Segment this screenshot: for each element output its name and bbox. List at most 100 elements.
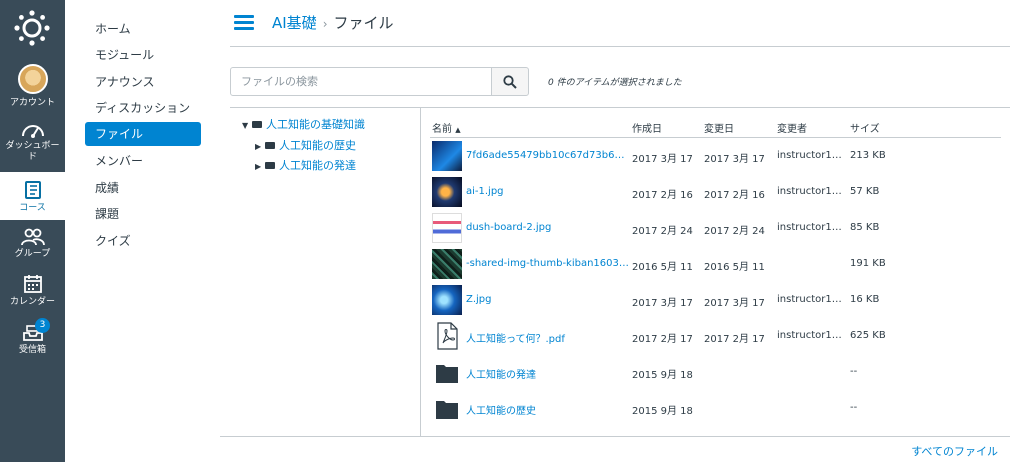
created-date: 2017 2月 16: [632, 190, 693, 201]
file-size: 213 KB: [850, 150, 886, 161]
file-name-link[interactable]: -shared-img-thumb-kiban1603093...: [466, 258, 629, 269]
breadcrumb-current: ファイル: [333, 14, 394, 32]
course-nav-files[interactable]: ファイル: [85, 122, 201, 146]
nav-account[interactable]: アカウント: [0, 64, 65, 109]
course-nav-discussions[interactable]: ディスカッション: [85, 96, 201, 120]
file-name-link[interactable]: Z.jpg: [466, 294, 629, 305]
modified-date: 2017 2月 24: [704, 226, 765, 237]
column-header-modified[interactable]: 変更日: [704, 120, 734, 135]
created-date: 2017 2月 24: [632, 226, 693, 237]
header-divider: [230, 46, 1010, 47]
image-thumbnail-icon: [432, 285, 462, 315]
image-thumbnail-icon: [432, 249, 462, 279]
table-row[interactable]: 人工知能の発達 2015 9月 18 --: [430, 355, 1001, 391]
file-name-link[interactable]: 7fd6ade55479bb10c67d73b64c1...: [466, 150, 629, 161]
nav-account-label: アカウント: [9, 98, 55, 108]
file-name-link[interactable]: 人工知能って何？.pdf: [466, 330, 629, 345]
table-row[interactable]: 人工知能の歴史 2015 9月 18 --: [430, 391, 1001, 427]
nav-inbox[interactable]: 3 受信箱: [0, 318, 65, 356]
created-date: 2017 3月 17: [632, 154, 693, 165]
file-size: 85 KB: [850, 222, 880, 233]
hamburger-menu-icon[interactable]: [234, 15, 254, 31]
folder-icon: [265, 142, 275, 149]
table-row[interactable]: Z.jpg 2017 3月 17 2017 3月 17 instructor1@…: [430, 283, 1001, 319]
nav-groups-label: グループ: [14, 249, 51, 259]
nav-calendar[interactable]: カレンダー: [0, 274, 65, 308]
file-size: --: [850, 402, 858, 413]
created-date: 2017 3月 17: [632, 298, 693, 309]
modified-date: 2016 5月 11: [704, 262, 765, 273]
tree-root-folder[interactable]: ▼ 人工知能の基礎知識: [242, 118, 365, 133]
tree-folder-history[interactable]: ▶ 人工知能の歴史: [255, 139, 356, 154]
all-files-link[interactable]: すべてのファイル: [911, 443, 998, 459]
table-row[interactable]: 7fd6ade55479bb10c67d73b64c1... 2017 3月 1…: [430, 139, 1001, 175]
calendar-icon: [23, 275, 42, 293]
folder-icon: [436, 401, 458, 419]
course-nav-people[interactable]: メンバー: [85, 149, 201, 173]
table-row[interactable]: dush-board-2.jpg 2017 2月 24 2017 2月 24 i…: [430, 211, 1001, 247]
folder-name-link[interactable]: 人工知能の歴史: [466, 402, 629, 417]
modified-date: 2017 2月 17: [704, 334, 765, 345]
file-size: 625 KB: [850, 330, 886, 341]
footer-divider: [220, 436, 1010, 437]
modified-date: 2017 3月 17: [704, 154, 765, 165]
course-nav-assignments[interactable]: 課題: [85, 202, 201, 226]
table-row[interactable]: 人工知能って何？.pdf 2017 2月 17 2017 2月 17 instr…: [430, 319, 1001, 355]
course-nav-quizzes[interactable]: クイズ: [85, 229, 201, 253]
image-thumbnail-icon: [432, 213, 462, 243]
table-row[interactable]: ai-1.jpg 2017 2月 16 2017 2月 16 instructo…: [430, 175, 1001, 211]
nav-dashboard-label: ダッシュボード: [5, 141, 60, 162]
column-header-name[interactable]: 名前 ▲: [432, 120, 461, 135]
caret-down-icon[interactable]: ▼: [242, 119, 252, 133]
nav-inbox-label: 受信箱: [18, 345, 46, 355]
page-header: AI基礎 › ファイル: [218, 0, 1024, 46]
file-name-link[interactable]: ai-1.jpg: [466, 186, 629, 197]
folder-name-link[interactable]: 人工知能の発達: [466, 366, 629, 381]
toolbar-divider: [230, 107, 1010, 108]
column-header-modifier[interactable]: 変更者: [777, 120, 807, 135]
search-button[interactable]: [491, 67, 529, 96]
file-size: 57 KB: [850, 186, 880, 197]
column-header-size[interactable]: サイズ: [850, 120, 880, 135]
tree-root-label: 人工知能の基礎知識: [266, 118, 365, 131]
course-nav-modules[interactable]: モジュール: [85, 43, 201, 67]
nav-courses-label: コース: [19, 203, 46, 213]
tree-folder-label: 人工知能の発達: [279, 159, 356, 172]
search-input[interactable]: ファイルの検索: [230, 67, 492, 96]
modified-date: 2017 2月 16: [704, 190, 765, 201]
breadcrumb-course-link[interactable]: AI基礎: [272, 14, 317, 32]
tree-folder-development[interactable]: ▶ 人工知能の発達: [255, 159, 356, 174]
selection-status: 0 件のアイテムが選択されました: [548, 78, 682, 88]
course-nav-home[interactable]: ホーム: [85, 17, 201, 41]
caret-right-icon[interactable]: ▶: [255, 140, 265, 154]
nav-dashboard[interactable]: ダッシュボード: [0, 120, 65, 170]
table-header-divider: [430, 137, 1001, 138]
global-nav: アカウント ダッシュボード コース グループ カレンダー 3 受信箱: [0, 0, 65, 462]
course-nav-announcements[interactable]: アナウンス: [85, 70, 201, 94]
image-thumbnail-icon: [432, 141, 462, 171]
modified-by: instructor1@b...: [777, 294, 849, 305]
file-size: --: [850, 366, 858, 377]
folder-icon: [436, 365, 458, 383]
file-name-link[interactable]: dush-board-2.jpg: [466, 222, 629, 233]
table-row[interactable]: -shared-img-thumb-kiban1603093... 2016 5…: [430, 247, 1001, 283]
nav-courses[interactable]: コース: [0, 172, 65, 220]
modified-by: instructor1@b...: [777, 222, 849, 233]
nav-groups[interactable]: グループ: [0, 228, 65, 260]
avatar: [17, 64, 48, 94]
canvas-logo-icon[interactable]: [14, 10, 50, 46]
modified-by: instructor1@b...: [777, 330, 849, 341]
courses-icon: [24, 181, 41, 199]
modified-date: 2017 3月 17: [704, 298, 765, 309]
pdf-icon: [437, 322, 458, 350]
dashboard-icon: [21, 125, 44, 138]
caret-right-icon[interactable]: ▶: [255, 160, 265, 174]
course-nav: ホーム モジュール アナウンス ディスカッション ファイル メンバー 成績 課題…: [65, 0, 217, 462]
file-size: 16 KB: [850, 294, 880, 305]
tree-divider: [420, 107, 421, 437]
search-icon: [503, 75, 517, 89]
created-date: 2016 5月 11: [632, 262, 693, 273]
course-nav-grades[interactable]: 成績: [85, 176, 201, 200]
folder-icon: [265, 162, 275, 169]
column-header-created[interactable]: 作成日: [632, 120, 662, 135]
